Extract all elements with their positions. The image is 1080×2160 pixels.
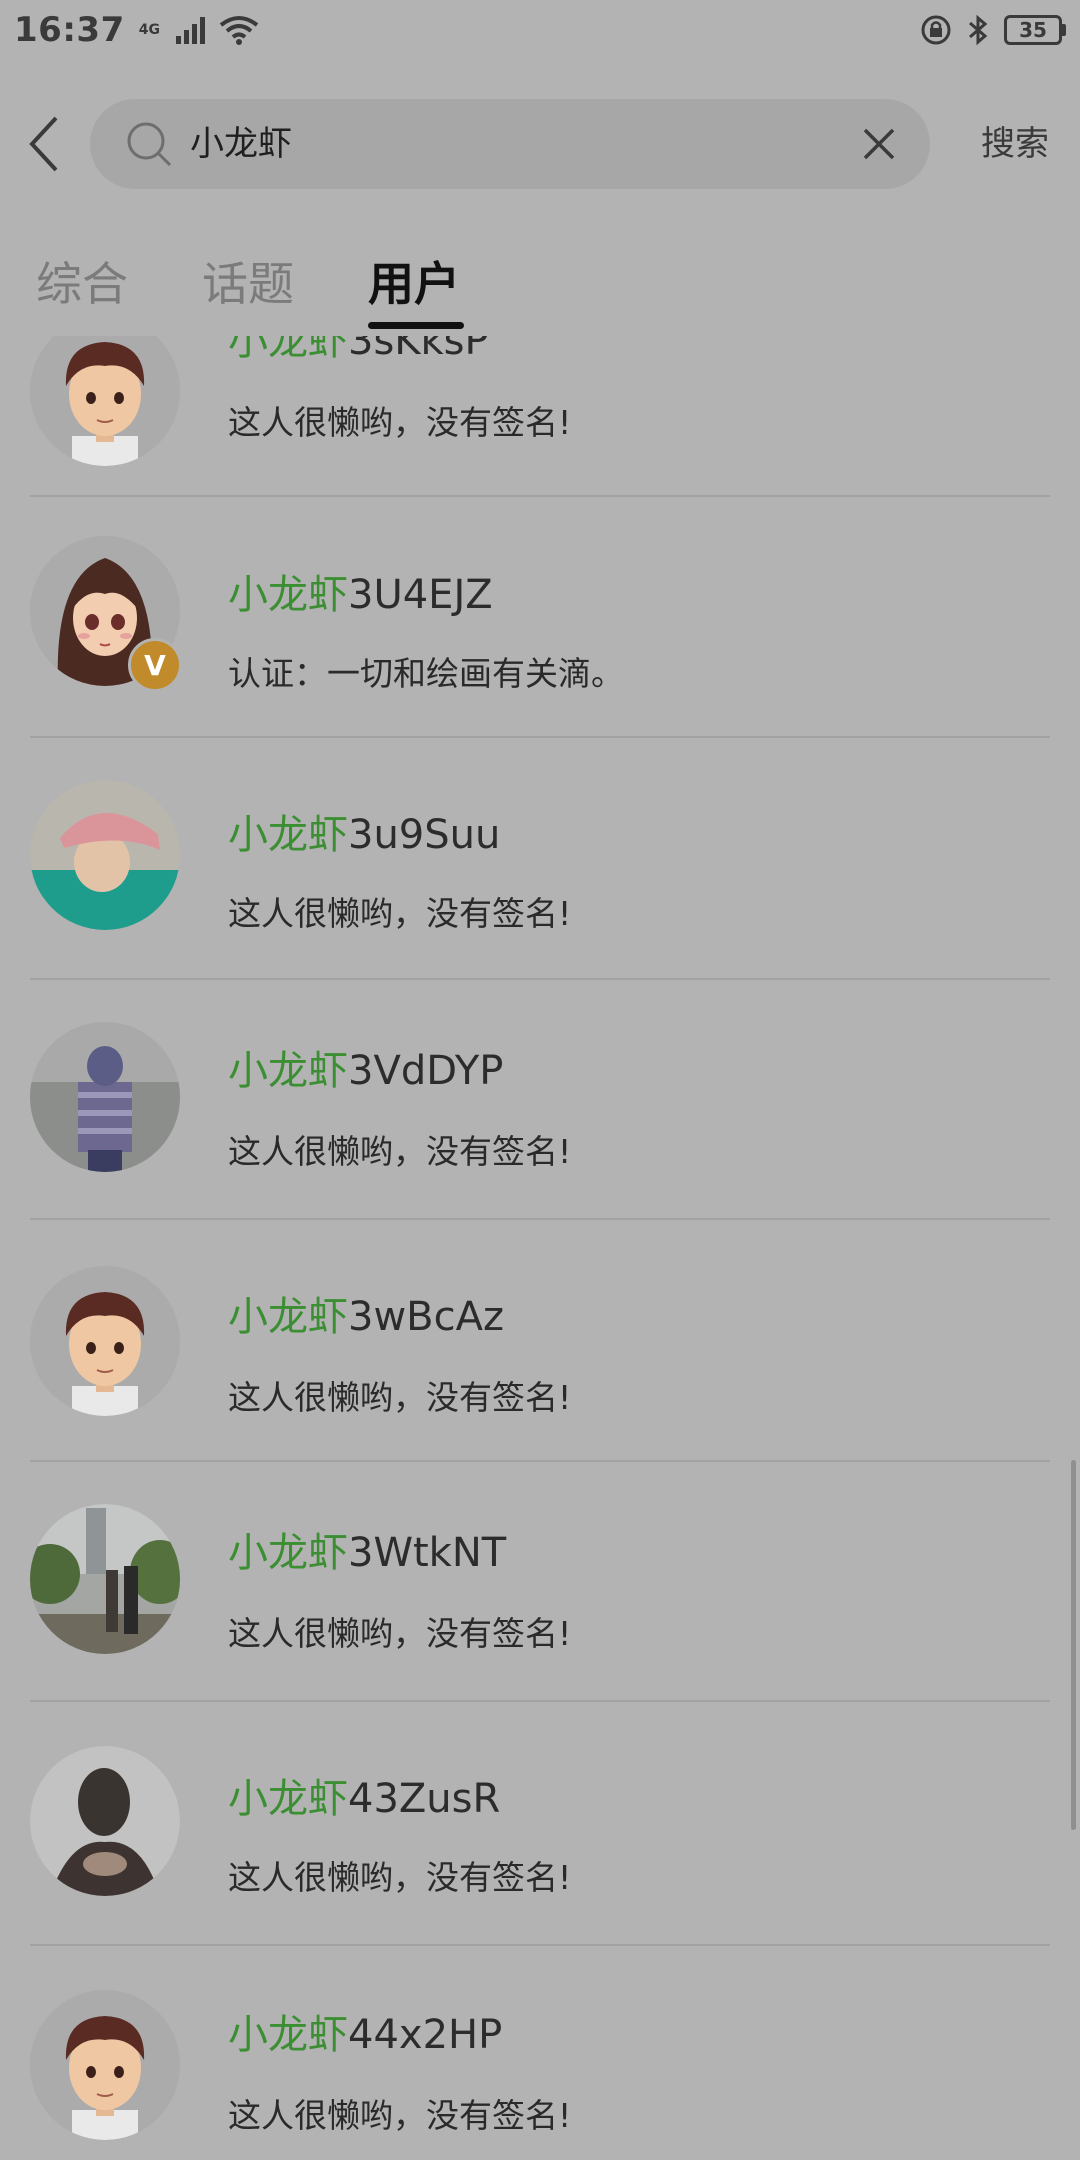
list-item[interactable]: V 小龙虾3U4EJZ 认证：一切和绘画有关滴。 [0,498,1080,738]
photo-avatar-pink-hat [30,780,180,930]
list-item[interactable]: 小龙虾3wBcAz 这人很懒哟，没有签名! [0,1220,1080,1462]
user-bio: 这人很懒哟，没有签名! [228,894,572,933]
list-item[interactable]: 小龙虾3sKksP 这人很懒哟，没有签名! [0,336,1080,497]
photo-avatar-blurred-person [30,1746,180,1896]
user-name: 小龙虾3WtkNT [228,1530,507,1576]
avatar[interactable] [30,1746,180,1896]
status-left: 16:37 4G [14,10,259,50]
verified-badge-icon: V [128,638,182,692]
user-bio: 这人很懒哟，没有签名! [228,1614,572,1653]
user-name: 小龙虾3sKksP [228,336,489,364]
result-tabs: 综合 话题 用户 [0,236,1080,336]
avatar[interactable] [30,336,180,466]
user-name: 小龙虾44x2HP [228,2012,503,2058]
divider [30,495,1050,497]
status-time: 16:37 [14,10,125,50]
status-right: 35 [920,14,1066,46]
avatar[interactable] [30,1990,180,2140]
list-item[interactable]: 小龙虾3VdDYP 这人很懒哟，没有签名! [0,980,1080,1220]
user-bio: 这人很懒哟，没有签名! [228,1858,572,1897]
search-icon [127,122,172,167]
list-item[interactable]: 小龙虾3u9Suu 这人很懒哟，没有签名! [0,738,1080,980]
user-bio: 这人很懒哟，没有签名! [228,1132,572,1171]
search-query: 小龙虾 [190,124,292,164]
list-item[interactable]: 小龙虾44x2HP 这人很懒哟，没有签名! [0,1946,1080,2160]
user-name: 小龙虾3VdDYP [228,1048,504,1094]
avatar[interactable] [30,1022,180,1172]
photo-avatar-couple-park [30,1504,180,1654]
network-type: 4G [138,22,160,38]
search-button[interactable]: 搜索 [960,96,1070,192]
user-bio: 认证：一切和绘画有关滴。 [228,654,624,693]
tab-users[interactable]: 用户 [368,236,460,336]
list-item[interactable]: 小龙虾3WtkNT 这人很懒哟，没有签名! [0,1462,1080,1702]
user-bio: 这人很懒哟，没有签名! [228,1378,572,1417]
avatar[interactable] [30,1504,180,1654]
user-name: 小龙虾43ZusR [228,1776,501,1822]
tab-comprehensive[interactable]: 综合 [36,236,128,336]
clear-icon[interactable] [852,117,906,171]
chevron-left-icon [29,116,58,172]
cartoon-boy-avatar [30,336,180,466]
search-input[interactable]: 小龙虾 [90,99,930,189]
status-bar: 16:37 4G 35 [0,0,1080,60]
search-bar: 小龙虾 搜索 [0,96,1080,192]
avatar[interactable] [30,780,180,930]
tab-topics[interactable]: 话题 [202,236,294,336]
back-button[interactable] [14,108,74,180]
rotation-lock-icon [921,15,951,45]
cartoon-boy-avatar [30,1990,180,2140]
scrollbar[interactable] [1071,1460,1076,1830]
bluetooth-icon [969,14,988,46]
wifi-icon [219,16,259,45]
list-item[interactable]: 小龙虾43ZusR 这人很懒哟，没有签名! [0,1702,1080,1946]
battery-level: 35 [1004,15,1062,45]
photo-avatar-child-striped [30,1022,180,1172]
avatar[interactable] [30,1266,180,1416]
user-bio: 这人很懒哟，没有签名! [228,2096,572,2135]
user-name: 小龙虾3U4EJZ [228,572,493,618]
cartoon-boy-avatar [30,1266,180,1416]
user-name: 小龙虾3u9Suu [228,812,501,858]
signal-icon [175,16,205,44]
user-list: 小龙虾3sKksP 这人很懒哟，没有签名! V 小龙虾3U4EJZ 认证：一切和… [0,336,1080,2160]
battery-icon: 35 [1004,15,1066,45]
user-bio: 这人很懒哟，没有签名! [228,403,572,442]
tab-active-indicator [368,322,464,329]
user-name: 小龙虾3wBcAz [228,1294,504,1340]
